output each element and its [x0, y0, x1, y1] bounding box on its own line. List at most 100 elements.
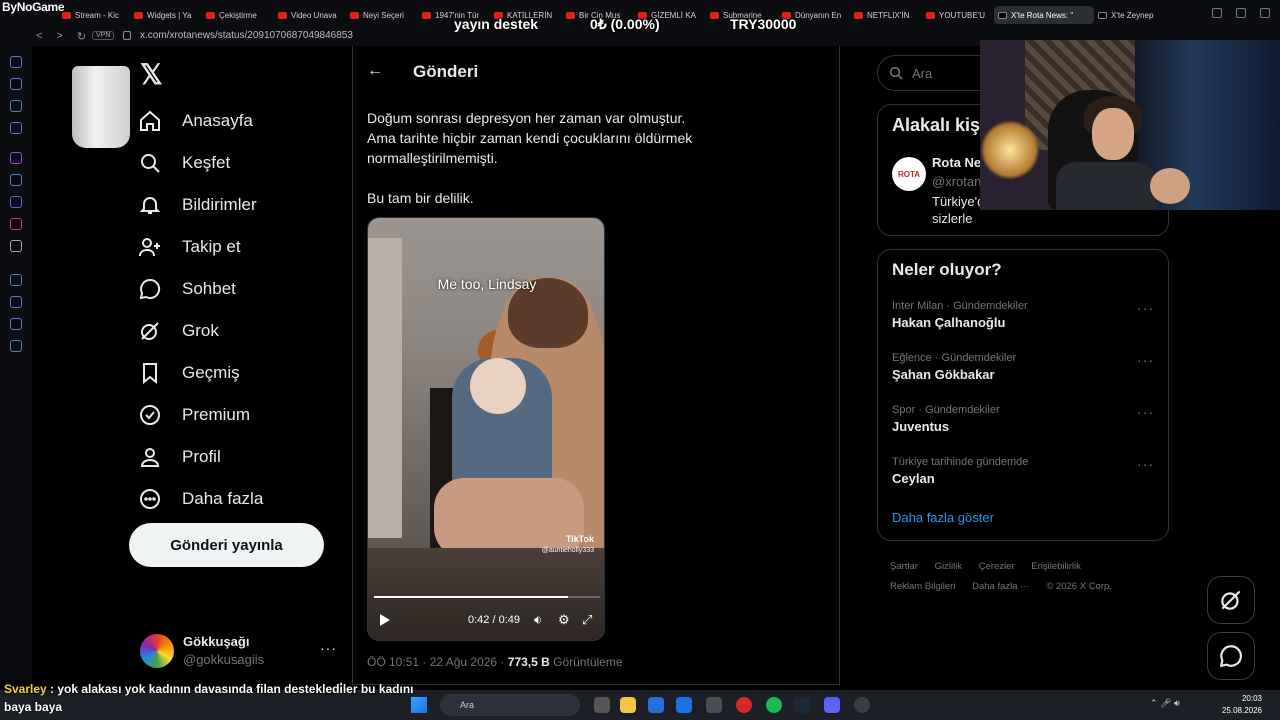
twitch-icon[interactable]	[10, 152, 22, 164]
opera-icon[interactable]	[736, 697, 752, 713]
bell-icon	[139, 197, 161, 214]
grok-button[interactable]	[1207, 576, 1255, 624]
mail-icon[interactable]	[676, 697, 692, 713]
trend-item[interactable]: Türkiye tarihinde gündemde Ceylan ···	[892, 456, 1154, 496]
nav-label: Sohbet	[182, 279, 236, 298]
footer-link[interactable]: Gizlilik	[935, 557, 962, 577]
nav-item-bookmarks[interactable]: Geçmiş	[138, 352, 263, 394]
post-text-line: Bu tam bir delilik.	[367, 190, 474, 206]
post-text-line: Doğum sonrası depresyon her zaman var ol…	[367, 110, 686, 126]
post-meta: ÖÖ 10:51 · 22 Ağu 2026 · 773,5 B Görüntü…	[367, 655, 623, 669]
post-button[interactable]: Gönderi yayınla	[129, 523, 324, 567]
nav-item-chat[interactable]: Sohbet	[138, 268, 263, 310]
footer-link[interactable]: Çerezler	[979, 557, 1015, 577]
messages-button[interactable]	[1207, 632, 1255, 680]
trend-item[interactable]: Eğlence · Gündemdekiler Şahan Gökbakar ·…	[892, 352, 1154, 392]
sidebar-app-icon[interactable]	[10, 274, 22, 286]
nav-item-grok[interactable]: Grok	[138, 310, 263, 352]
file-explorer-icon[interactable]	[620, 697, 636, 713]
grok-icon	[1221, 590, 1241, 610]
footer-link[interactable]: Erişilebilirlik	[1031, 557, 1081, 577]
trend-context: Türkiye tarihinde gündemde	[892, 456, 1029, 468]
more-options-icon[interactable]: ···	[1137, 404, 1154, 420]
taskbar-clock[interactable]: 20:03 25.08.2026	[1222, 693, 1262, 717]
nav-item-home[interactable]: Anasayfa	[138, 100, 263, 142]
view-count: 773,5 B	[507, 655, 550, 669]
trend-topic: Şahan Gökbakar	[892, 367, 995, 382]
footer-link[interactable]: Daha fazla ···	[972, 577, 1030, 597]
video-controls: 0:42 / 0:49 🔉︎ ⚙︎ ⤢	[368, 610, 604, 634]
task-view-icon[interactable]	[594, 697, 610, 713]
steam-icon[interactable]	[794, 697, 810, 713]
nav-label: Grok	[182, 321, 219, 340]
trend-item[interactable]: Spor · Gündemdekiler Juventus ···	[892, 404, 1154, 444]
taskbar-search[interactable]: Ara	[440, 694, 580, 716]
spotify-icon[interactable]	[766, 697, 782, 713]
nav-item-notifications[interactable]: Bildirimler	[138, 184, 263, 226]
donation-label: yayın destek	[454, 16, 539, 32]
sidebar-app-icon[interactable]	[10, 318, 22, 330]
footer-link[interactable]: Şartlar	[890, 557, 918, 577]
volume-icon[interactable]: 🔉︎	[534, 612, 542, 628]
more-options-icon[interactable]: ···	[1137, 352, 1154, 368]
sidebar-app-icon[interactable]	[10, 78, 22, 90]
history-icon[interactable]	[10, 296, 22, 308]
back-arrow-icon[interactable]: ←	[367, 62, 383, 80]
nav-item-profile[interactable]: Profil	[138, 436, 263, 478]
settings-icon[interactable]	[10, 340, 22, 352]
chat-text: : yok alakası yok kadının davasında fila…	[46, 682, 414, 696]
nav-label: Daha fazla	[182, 489, 264, 508]
show-more-link[interactable]: Daha fazla göster	[892, 510, 994, 525]
sidebar-app-icon[interactable]	[10, 122, 22, 134]
browser-sidebar	[0, 46, 32, 680]
post-timestamp[interactable]: ÖÖ 10:51 · 22 Ağu 2026 ·	[367, 655, 508, 669]
footer-links: Şartlar Gizlilik Çerezler Erişilebilirli…	[890, 557, 1170, 597]
nav-item-more[interactable]: Daha fazla	[138, 478, 263, 520]
nav-label: Bildirimler	[182, 195, 257, 214]
instagram-icon[interactable]	[10, 218, 22, 230]
sidebar-app-icon[interactable]	[10, 174, 22, 186]
app-icon[interactable]	[854, 697, 870, 713]
app-icon[interactable]	[706, 697, 722, 713]
trend-context: Eğlence · Gündemdekiler	[892, 352, 1017, 364]
avatar	[140, 634, 174, 668]
fullscreen-icon[interactable]: ⤢	[582, 612, 592, 628]
nav-item-explore[interactable]: Keşfet	[138, 142, 263, 184]
trend-context: Inter Milan · Gündemdekiler	[892, 300, 1028, 312]
stream-chat-message-line: baya baya	[4, 700, 63, 714]
discord-icon[interactable]	[10, 196, 22, 208]
edge-icon[interactable]	[648, 697, 664, 713]
account-more-icon[interactable]: ···	[320, 640, 337, 656]
user-handle: @xrotan	[932, 174, 982, 189]
x-logo[interactable]: 𝕏	[140, 58, 163, 91]
trend-topic: Juventus	[892, 419, 950, 434]
x-icon[interactable]	[10, 240, 22, 252]
discord-icon[interactable]	[824, 697, 840, 713]
video-progress-bar[interactable]	[374, 596, 600, 598]
nav-item-follow[interactable]: Takip et	[138, 226, 263, 268]
more-options-icon[interactable]: ···	[1137, 300, 1154, 316]
user-name[interactable]: Rota Ne	[932, 155, 981, 170]
settings-gear-icon[interactable]: ⚙︎	[558, 612, 570, 628]
footer-link[interactable]: Reklam Bilgileri	[890, 577, 955, 597]
nav-label: Takip et	[182, 237, 241, 256]
play-icon[interactable]	[380, 614, 390, 626]
clock-date: 25.08.2026	[1221, 706, 1262, 715]
verified-icon	[140, 405, 160, 425]
windows-start-icon[interactable]	[411, 697, 427, 713]
post-text-line: Ama tarihte hiçbir zaman kendi çocukları…	[367, 130, 693, 146]
grok-icon	[141, 322, 159, 340]
trend-item[interactable]: Inter Milan · Gündemdekiler Hakan Çalhan…	[892, 300, 1154, 340]
view-label: Görüntüleme	[549, 655, 623, 669]
system-tray-icons[interactable]: ⌃ 🎤︎ 🔊︎	[1150, 698, 1180, 709]
trending-card: Neler oluyor? Inter Milan · Gündemdekile…	[877, 249, 1169, 541]
nav-label: Keşfet	[182, 153, 231, 172]
video-player[interactable]: Me too, Lindsay TikTok @auntieholly333 0…	[367, 217, 605, 641]
avatar[interactable]: ROTA	[892, 157, 926, 191]
sidebar-app-icon[interactable]	[10, 56, 22, 68]
post-text: Doğum sonrası depresyon her zaman var ol…	[367, 108, 767, 208]
account-switcher[interactable]: Gökkuşağı @gokkusagiis ···	[140, 630, 340, 672]
nav-item-premium[interactable]: Premium	[138, 394, 263, 436]
sidebar-app-icon[interactable]	[10, 100, 22, 112]
more-options-icon[interactable]: ···	[1137, 456, 1154, 472]
